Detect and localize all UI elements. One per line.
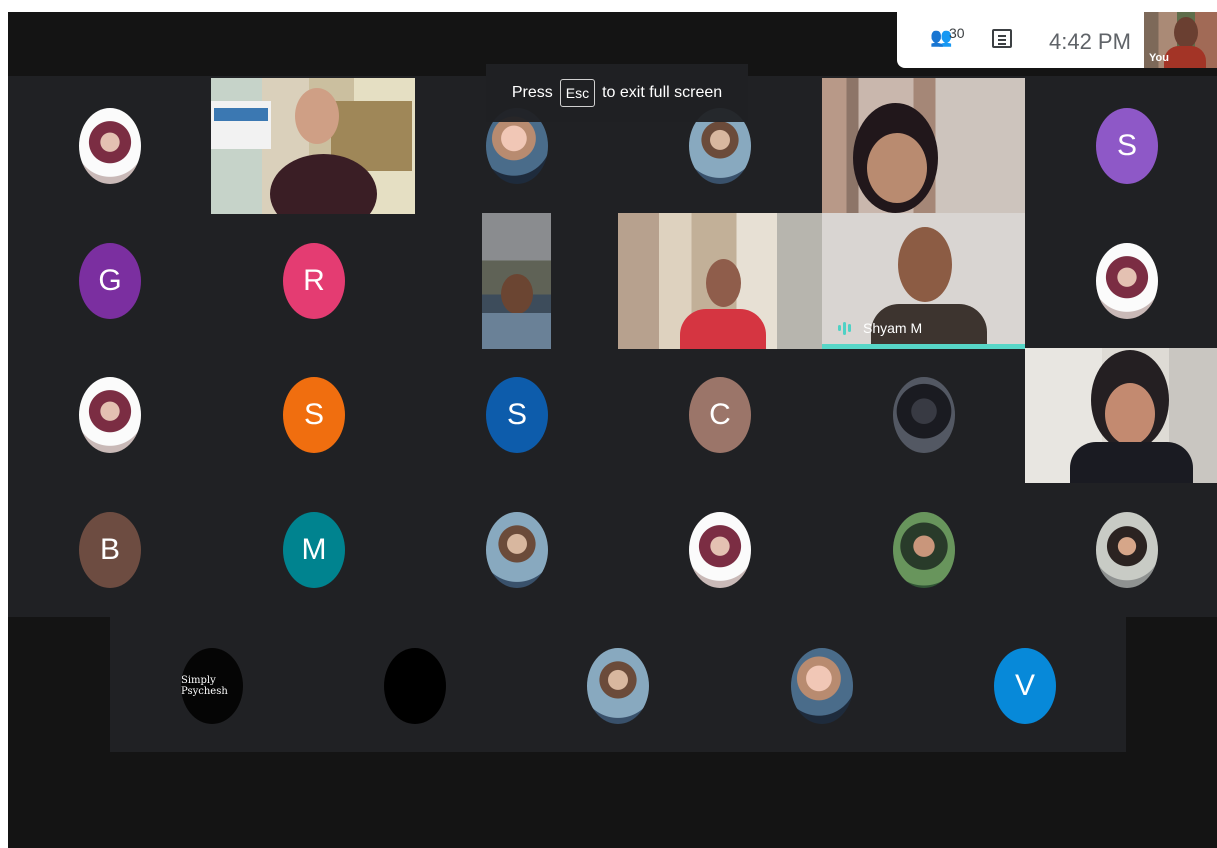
avatar-initial: C <box>709 398 731 431</box>
participant-avatar[interactable] <box>893 377 955 453</box>
avatar-initial: S <box>303 398 324 431</box>
participant-letter-avatar[interactable]: B <box>79 512 141 588</box>
person-face <box>295 88 339 144</box>
signature-text: Simply Psychesh <box>181 675 228 697</box>
person-face <box>706 259 741 307</box>
participant-avatar[interactable] <box>486 512 548 588</box>
toast-press-text: Press <box>511 84 553 101</box>
participant-avatar[interactable] <box>1096 243 1158 319</box>
participant-letter-avatar[interactable]: M <box>283 512 345 588</box>
participant-letter-avatar[interactable]: S <box>1096 108 1158 184</box>
participant-avatar[interactable] <box>791 648 853 724</box>
avatar-initial: G <box>98 264 122 297</box>
participant-count: 30 <box>949 25 965 41</box>
self-video-thumbnail[interactable]: You <box>1144 12 1217 68</box>
avatar-initial: V <box>1014 669 1035 702</box>
right-letterbox <box>1126 617 1217 848</box>
meeting-stage: S G R S S C B M Simply Psychesh V Shyam … <box>8 12 1217 848</box>
participant-letter-avatar[interactable]: G <box>79 243 141 319</box>
person-face <box>501 274 533 314</box>
blank-avatar[interactable] <box>384 648 446 724</box>
person-face <box>1105 383 1155 445</box>
avatar-initial: B <box>99 533 120 566</box>
speaking-icon <box>838 321 853 335</box>
speaking-indicator <box>822 344 1025 349</box>
participant-video-tile[interactable] <box>822 78 1025 214</box>
participant-letter-avatar[interactable]: S <box>283 377 345 453</box>
speaker-name: Shyam M <box>863 320 923 336</box>
fullscreen-toast: Press Esc to exit full screen <box>486 64 748 122</box>
participant-letter-avatar[interactable]: V <box>994 648 1056 724</box>
participant-avatar[interactable] <box>1096 512 1158 588</box>
participant-video-tile[interactable] <box>1025 348 1217 483</box>
self-shirt <box>1164 46 1206 68</box>
participant-video-tile[interactable] <box>211 78 415 214</box>
left-letterbox <box>8 617 110 848</box>
participant-avatar[interactable] <box>79 377 141 453</box>
participant-video-tile[interactable] <box>482 213 551 349</box>
avatar-initial: S <box>506 398 527 431</box>
person-face <box>867 133 927 203</box>
avatar-initial: M <box>301 533 327 566</box>
self-label: You <box>1149 52 1169 64</box>
toast-message: to exit full screen <box>602 84 723 101</box>
participant-avatar[interactable] <box>79 108 141 184</box>
avatar-initial: R <box>303 264 325 297</box>
participant-avatar[interactable] <box>689 512 751 588</box>
participant-grid <box>8 76 1217 617</box>
meeting-time: 4:42 PM <box>1049 29 1131 54</box>
active-speaker-tile[interactable]: Shyam M <box>822 213 1025 349</box>
meeting-status-panel: 👥 30 4:42 PM <box>897 12 1144 68</box>
avatar-initial: S <box>1116 129 1137 162</box>
participant-video-tile[interactable] <box>618 213 822 349</box>
participant-letter-avatar[interactable]: C <box>689 377 751 453</box>
participant-letter-avatar[interactable]: S <box>486 377 548 453</box>
person-shirt <box>482 313 551 349</box>
board-strip <box>214 108 268 121</box>
participant-avatar[interactable] <box>587 648 649 724</box>
person-shirt <box>680 309 766 349</box>
speaker-label: Shyam M <box>838 320 922 336</box>
person-shirt <box>1070 442 1193 483</box>
chat-icon[interactable] <box>992 29 1012 48</box>
self-face <box>1174 17 1198 48</box>
esc-key: Esc <box>559 79 596 107</box>
bottom-letterbox <box>110 752 1126 848</box>
participant-avatar[interactable] <box>893 512 955 588</box>
person-face <box>898 227 952 302</box>
signature-avatar[interactable]: Simply Psychesh <box>181 648 243 724</box>
participant-letter-avatar[interactable]: R <box>283 243 345 319</box>
